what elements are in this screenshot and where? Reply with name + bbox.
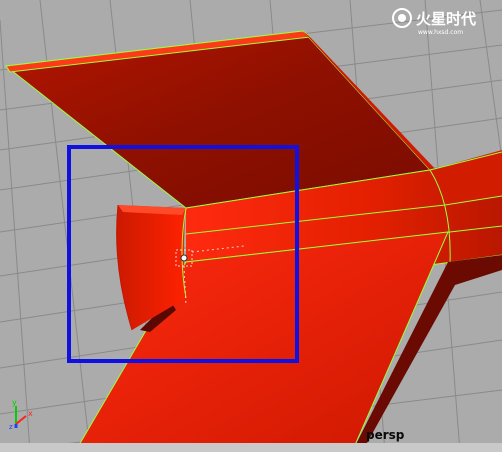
viewport-bottom-border bbox=[0, 443, 502, 452]
camera-name-label: persp bbox=[366, 428, 405, 442]
axis-z-label: z bbox=[9, 423, 13, 430]
watermark-url: www.hxsd.com bbox=[418, 29, 463, 36]
3d-scene[interactable] bbox=[0, 0, 502, 452]
axis-x-label: x bbox=[28, 409, 33, 418]
axis-indicator-icon: y x z bbox=[9, 398, 33, 430]
axis-y-label: y bbox=[12, 398, 17, 407]
watermark-text: 火星时代 bbox=[416, 10, 476, 28]
watermark-logo: 火星时代 www.hxsd.com bbox=[392, 8, 476, 36]
perspective-viewport[interactable]: 火星时代 www.hxsd.com y x z persp bbox=[0, 0, 502, 452]
